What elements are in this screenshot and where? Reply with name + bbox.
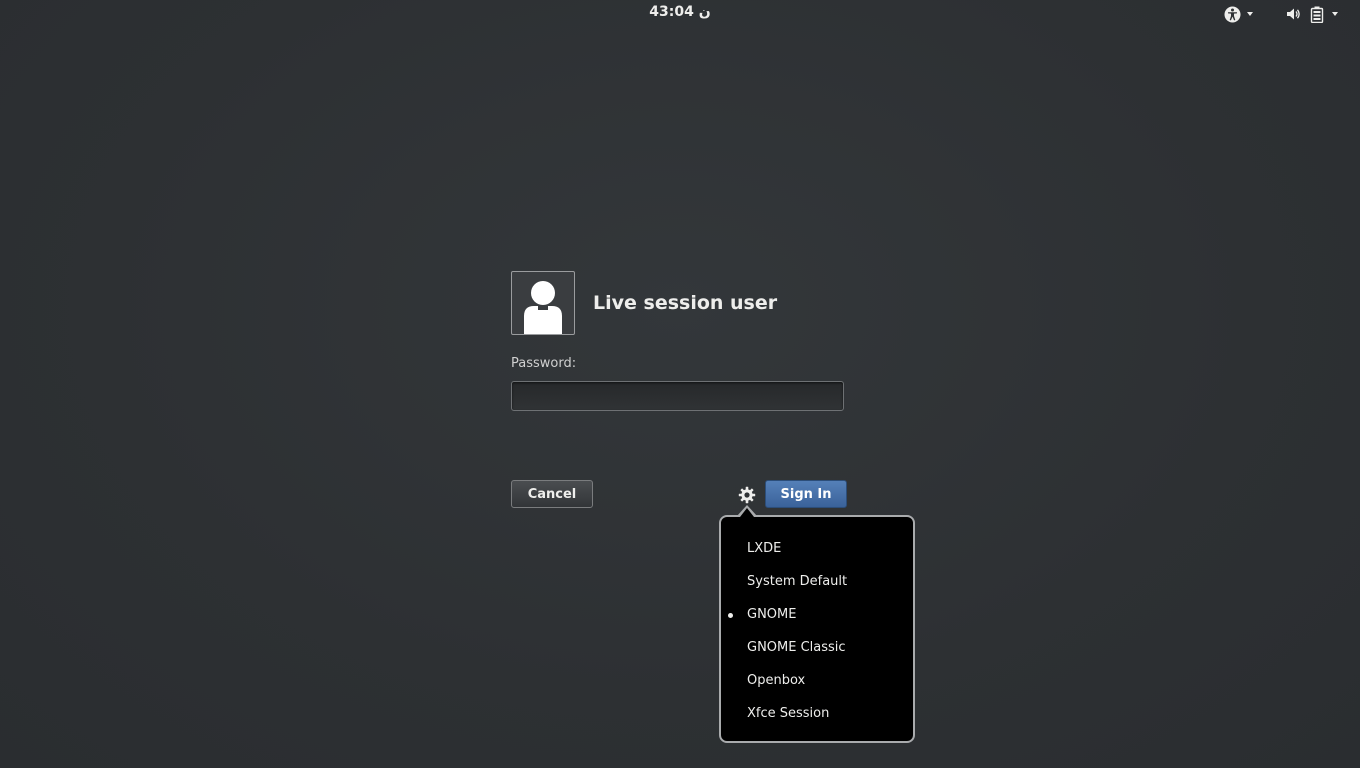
- session-item-label: GNOME Classic: [747, 640, 846, 655]
- chevron-down-icon: [1332, 12, 1338, 16]
- volume-icon: [1287, 8, 1300, 20]
- session-item-xfce[interactable]: Xfce Session: [747, 702, 907, 726]
- session-item-gnome[interactable]: GNOME: [728, 603, 907, 627]
- user-icon: [524, 281, 562, 334]
- top-bar: ن 43:04: [0, 0, 1360, 28]
- session-item-openbox[interactable]: Openbox: [747, 669, 907, 693]
- password-field[interactable]: [511, 381, 844, 411]
- password-label: Password:: [511, 356, 577, 371]
- gear-icon[interactable]: [738, 486, 756, 504]
- session-item-label: System Default: [747, 574, 848, 589]
- system-menu[interactable]: [1286, 5, 1338, 23]
- session-menu: LXDE System Default GNOME GNOME Classic …: [719, 515, 915, 743]
- avatar: [511, 271, 575, 335]
- clock[interactable]: ن 43:04: [640, 4, 720, 20]
- sign-in-button[interactable]: Sign In: [765, 480, 847, 508]
- battery-icon: [1310, 6, 1324, 23]
- session-item-label: Openbox: [747, 673, 806, 688]
- session-item-system-default[interactable]: System Default: [747, 570, 907, 594]
- session-item-lxde[interactable]: LXDE: [747, 537, 907, 561]
- session-item-label: LXDE: [747, 541, 782, 556]
- session-item-label: Xfce Session: [747, 706, 830, 721]
- cancel-button[interactable]: Cancel: [511, 480, 593, 508]
- session-item-gnome-classic[interactable]: GNOME Classic: [747, 636, 907, 660]
- user-name: Live session user: [593, 292, 778, 314]
- selected-bullet-icon: [728, 613, 733, 618]
- accessibility-menu[interactable]: [1224, 5, 1253, 23]
- accessibility-icon: [1224, 6, 1241, 22]
- chevron-down-icon: [1247, 12, 1253, 16]
- login-screen: ن 43:04 Live session user Password: Canc…: [0, 0, 1360, 768]
- menu-pointer-inner: [740, 508, 754, 517]
- session-item-label: GNOME: [747, 607, 797, 622]
